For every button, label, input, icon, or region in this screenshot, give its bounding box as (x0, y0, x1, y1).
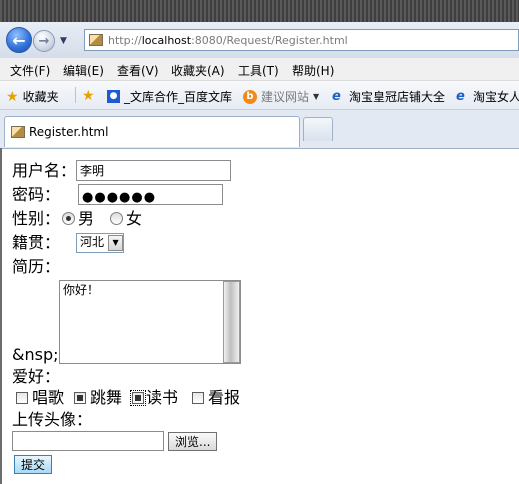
menu-tools[interactable]: 工具(T) (238, 62, 279, 79)
bookmark-baidu-wenku[interactable]: ● _文库合作_百度文库 (107, 88, 232, 105)
bookmark-taobao-women[interactable]: e 淘宝女人 (456, 88, 519, 105)
menu-favorites[interactable]: 收藏夹(A) (171, 62, 225, 79)
avatar-upload-row: 浏览... (12, 431, 218, 451)
resume-textarea[interactable]: 你好！ (59, 280, 241, 364)
menu-bar: 文件(F) 编辑(E) 查看(V) 收藏夹(A) 工具(T) 帮助(H) (0, 58, 519, 81)
gender-male-label: 男 (78, 209, 95, 228)
resume-text: 你好！ (63, 283, 100, 297)
literal-nbsp-text: &nsp; (12, 345, 59, 364)
address-url: http://localhost:8080/Request/Register.h… (108, 33, 348, 47)
new-tab-button[interactable] (303, 117, 333, 141)
menu-edit[interactable]: 编辑(E) (63, 62, 104, 79)
favorites-bar: ★ 收藏夹 ★ ● _文库合作_百度文库 b 建议网站 ▼ e 淘宝皇冠店铺大全 e 淘宝女… (0, 81, 519, 110)
gender-row: 性别： 男 女 (12, 208, 142, 229)
chevron-down-icon: ▼ (313, 92, 320, 101)
page-icon (11, 126, 25, 138)
arrow-left-icon: ← (12, 30, 26, 50)
hobby-label-row: 爱好： (12, 366, 60, 387)
hobby-newspaper-label: 看报 (208, 388, 241, 407)
hobby-singing-label: 唱歌 (32, 388, 65, 407)
username-input[interactable] (76, 160, 232, 181)
hobby-newspaper-checkbox[interactable] (192, 391, 205, 404)
ie-page-icon: e (332, 88, 341, 104)
password-row: 密码： ●●●●●● (12, 184, 224, 205)
add-favorite-icon: ★ (82, 88, 95, 104)
password-input[interactable]: ●●●●●● (78, 184, 224, 205)
window-title-bar (0, 0, 519, 22)
gender-label: 性别： (12, 209, 61, 228)
tab-title: Register.html (29, 125, 109, 139)
recent-pages-dropdown[interactable]: ▼ (60, 36, 67, 46)
username-row: 用户名： (12, 160, 232, 181)
page-icon (89, 34, 103, 46)
textarea-scrollbar[interactable] (223, 281, 240, 363)
add-favorite-button[interactable]: ★ (82, 88, 99, 104)
baidu-paw-icon: ● (107, 90, 120, 103)
gender-male-radio[interactable] (62, 212, 76, 225)
menu-file[interactable]: 文件(F) (10, 62, 50, 79)
avatar-label: 上传头像： (12, 410, 93, 429)
hometown-label: 籍贯： (12, 233, 61, 252)
hometown-row: 籍贯： 河北 ▼ (12, 232, 125, 253)
bookmark-suggested-sites[interactable]: b 建议网站 ▼ (243, 88, 319, 105)
menu-view[interactable]: 查看(V) (117, 62, 159, 79)
avatar-label-row: 上传头像： (12, 409, 92, 430)
forward-button[interactable]: → (33, 30, 55, 52)
arrow-right-icon: → (38, 33, 50, 49)
submit-row: 提交 (12, 455, 53, 474)
suggested-sites-icon: b (243, 89, 257, 104)
favorites-separator (75, 87, 76, 103)
hobby-singing-checkbox[interactable] (16, 391, 28, 404)
menu-help[interactable]: 帮助(H) (292, 62, 334, 79)
hobby-dancing-checkbox[interactable] (74, 391, 87, 404)
username-label: 用户名： (12, 161, 77, 180)
password-label: 密码： (12, 185, 61, 204)
hobby-reading-checkbox[interactable] (132, 391, 145, 404)
tab-bar: Register.html (0, 110, 519, 149)
resume-row: 简历： (12, 256, 60, 277)
hobby-label: 爱好： (12, 367, 61, 386)
bookmark-taobao-crown[interactable]: e 淘宝皇冠店铺大全 (332, 88, 445, 105)
nbsp-row: &nsp; (12, 344, 59, 365)
hometown-selected-value: 河北 (80, 235, 105, 249)
hobby-dancing-label: 跳舞 (90, 388, 123, 407)
favorites-button[interactable]: ★ 收藏夹 (6, 88, 59, 105)
gender-female-radio[interactable] (110, 212, 124, 225)
submit-button[interactable]: 提交 (14, 455, 53, 474)
address-bar[interactable]: http://localhost:8080/Request/Register.h… (84, 29, 519, 51)
avatar-file-input[interactable] (12, 431, 164, 451)
back-button[interactable]: ← (6, 27, 32, 53)
star-icon: ★ (6, 88, 19, 105)
hobby-options-row: 唱歌 跳舞 读书 看报 (12, 387, 240, 408)
page-left-border (0, 148, 2, 484)
ie-page-icon: e (456, 88, 465, 104)
resume-label: 简历： (12, 257, 61, 276)
chevron-down-icon: ▼ (108, 234, 124, 251)
gender-female-label: 女 (126, 209, 143, 228)
tab-register[interactable]: Register.html (4, 116, 300, 147)
hobby-reading-focus (130, 389, 147, 406)
browse-button[interactable]: 浏览... (168, 431, 218, 451)
hobby-reading-label: 读书 (146, 388, 179, 407)
hometown-select[interactable]: 河北 ▼ (76, 232, 125, 253)
